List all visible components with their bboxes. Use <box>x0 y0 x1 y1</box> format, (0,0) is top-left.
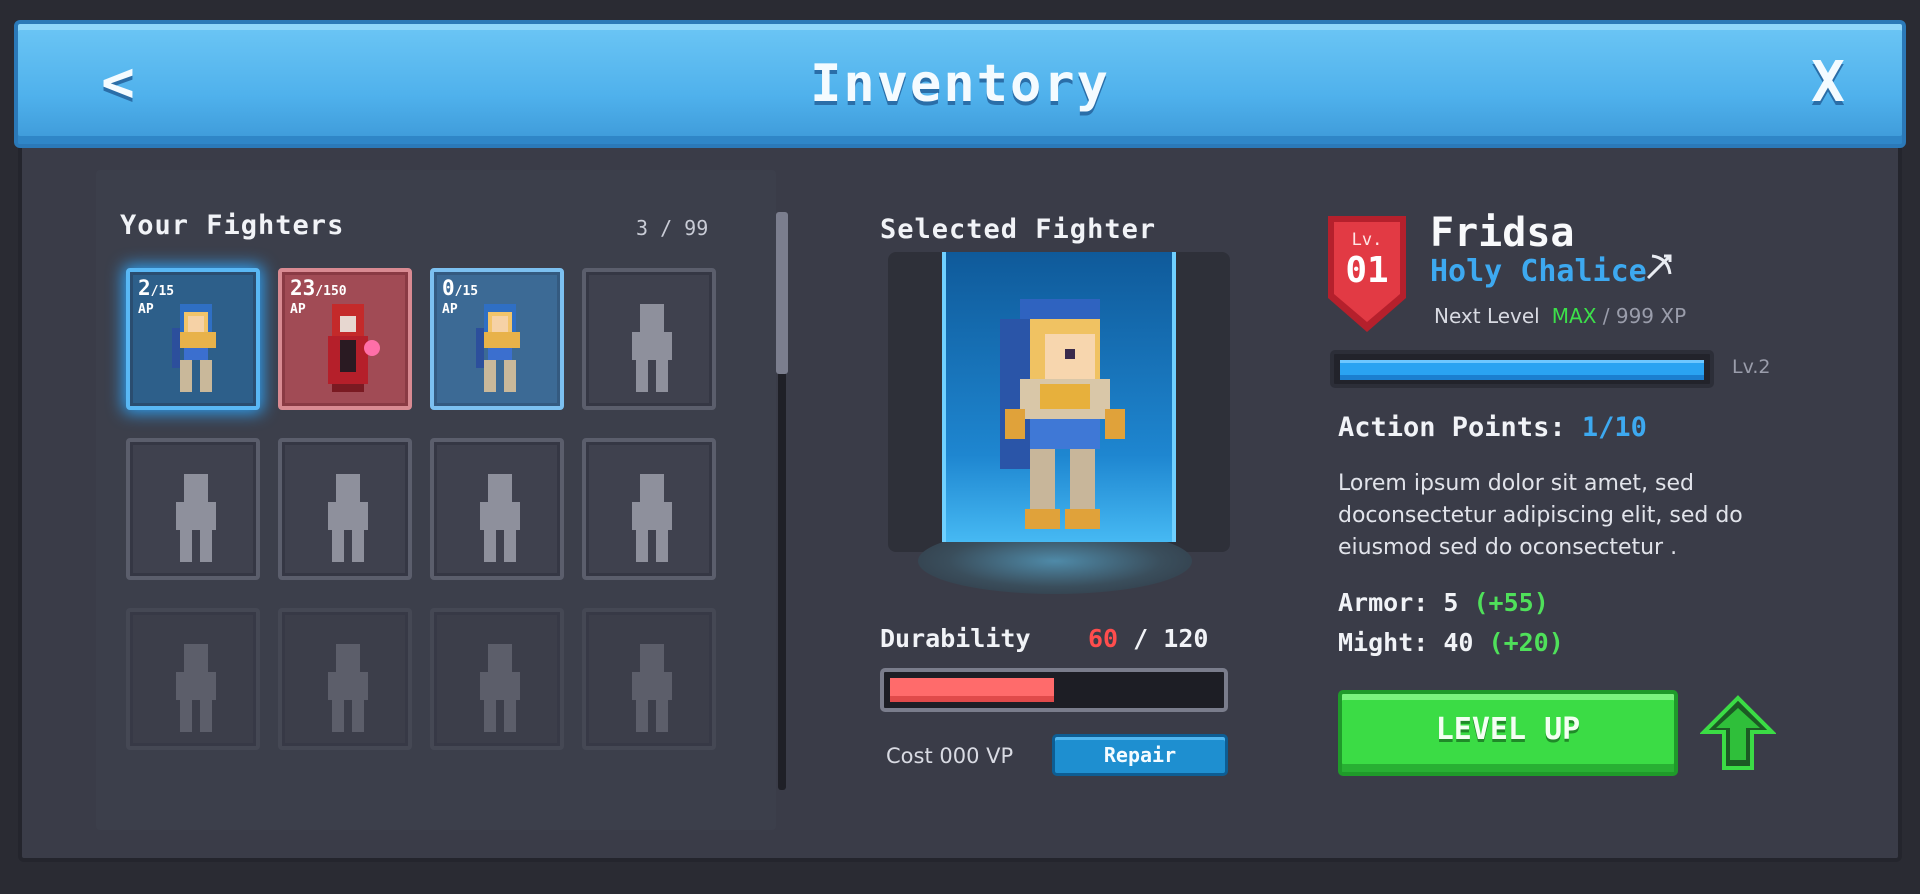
empty-fighter-slot[interactable] <box>430 608 564 750</box>
fighter-name: Fridsa <box>1430 210 1575 256</box>
silhouette-icon <box>632 304 672 392</box>
fridsa-portrait-icon <box>476 304 520 392</box>
red-mage-portrait-icon <box>328 304 380 392</box>
silhouette-icon <box>328 644 368 732</box>
fighters-count: 3 / 99 <box>636 216 709 240</box>
ap-label: AP <box>138 302 154 317</box>
ap-label: AP <box>442 302 458 317</box>
empty-fighter-slot[interactable] <box>582 608 716 750</box>
close-button[interactable]: X <box>1798 50 1858 115</box>
level-up-button[interactable]: LEVEL UP <box>1338 690 1678 776</box>
ap-count: 0/15 <box>442 276 479 300</box>
next-level-info: Next Level MAX / 999 XP <box>1434 304 1687 328</box>
level-number: 01 <box>1345 250 1389 291</box>
silhouette-icon <box>328 474 368 562</box>
durability-bar <box>880 668 1228 712</box>
empty-fighter-slot[interactable] <box>126 608 260 750</box>
silhouette-icon <box>480 474 520 562</box>
empty-fighter-slot[interactable] <box>582 438 716 580</box>
silhouette-icon <box>632 644 672 732</box>
scrollbar-thumb[interactable] <box>776 212 788 374</box>
empty-fighter-slot[interactable] <box>278 438 412 580</box>
ap-count: 2/15 <box>138 276 175 300</box>
upgrade-arrow-icon[interactable] <box>1700 694 1776 772</box>
title-bar: < Inventory X <box>14 20 1906 148</box>
level-prefix: Lv. <box>1351 230 1383 250</box>
fridsa-hero-icon <box>1000 299 1125 529</box>
armor-stat: Armor: 5 (+55) <box>1338 588 1549 617</box>
fridsa-portrait-icon <box>172 304 216 392</box>
fighter-slot-3[interactable]: 0/15 AP <box>430 268 564 410</box>
durability-value: 60 / 120 <box>1088 624 1209 653</box>
fighter-description: Lorem ipsum dolor sit amet, sed doconsec… <box>1338 471 1743 560</box>
empty-fighter-slot[interactable] <box>278 608 412 750</box>
fighter-slot-2[interactable]: 23/150 AP <box>278 268 412 410</box>
empty-fighter-slot[interactable] <box>126 438 260 580</box>
xp-next-level: Lv.2 <box>1732 356 1771 378</box>
durability-fill <box>890 678 1054 702</box>
fighter-slot-1[interactable]: 2/15 AP <box>126 268 260 410</box>
ap-count: 23/150 <box>290 276 347 300</box>
empty-fighter-slot[interactable] <box>430 438 564 580</box>
bow-icon <box>1646 254 1672 280</box>
repair-cost: Cost 000 VP <box>886 744 1014 768</box>
level-badge: Lv. 01 <box>1324 216 1410 334</box>
silhouette-icon <box>480 644 520 732</box>
fighter-class: Holy Chalice <box>1430 254 1647 289</box>
might-stat: Might: 40 (+20) <box>1338 628 1564 657</box>
repair-button[interactable]: Repair <box>1052 734 1228 776</box>
xp-fill <box>1340 360 1704 380</box>
durability-label: Durability <box>880 624 1031 653</box>
silhouette-icon <box>176 474 216 562</box>
silhouette-icon <box>632 474 672 562</box>
ap-label: AP <box>290 302 306 317</box>
action-points: Action Points: 1/10 <box>1338 412 1647 443</box>
selected-fighter-title: Selected Fighter <box>880 214 1157 245</box>
empty-fighter-slot[interactable] <box>582 268 716 410</box>
xp-bar <box>1330 350 1714 388</box>
fighters-title: Your Fighters <box>120 210 345 241</box>
page-title: Inventory <box>810 54 1110 114</box>
silhouette-icon <box>176 644 216 732</box>
